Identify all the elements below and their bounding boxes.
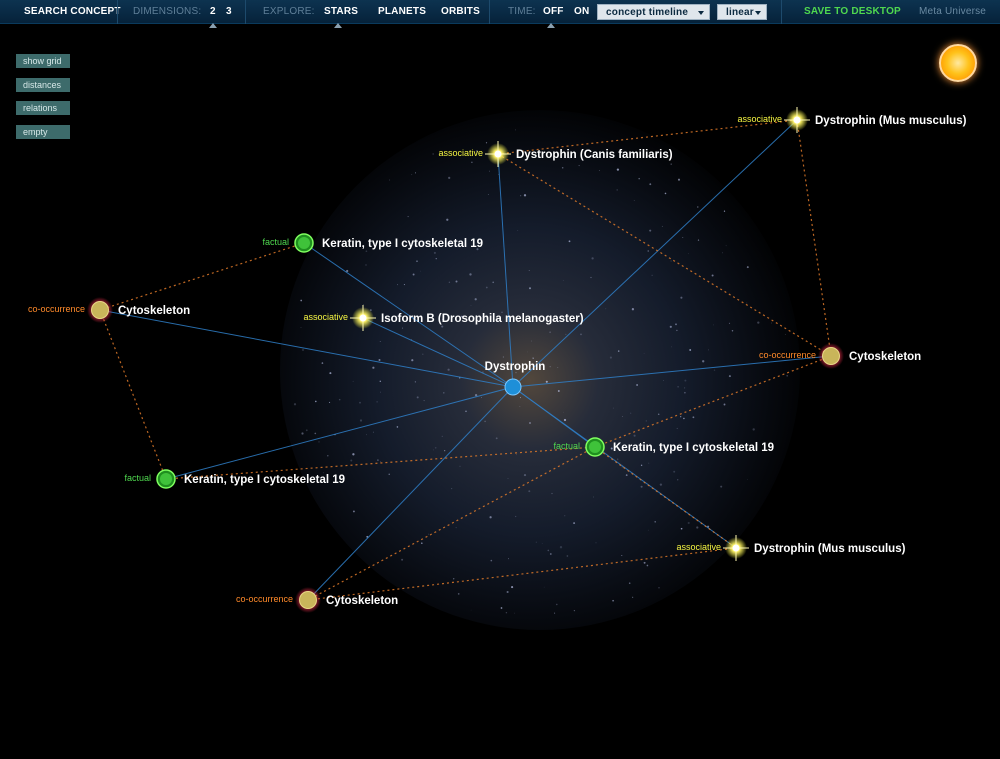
relation-link	[307, 386, 514, 601]
relation-link	[362, 317, 514, 388]
center-node-icon	[504, 378, 522, 396]
relation-type-label: associative	[676, 542, 721, 552]
concept-node[interactable]: Dystrophin (Mus musculus) associative	[676, 535, 906, 561]
concept-label: Keratin, type I cytoskeletal 19	[322, 238, 483, 250]
relation-type-label: co-occurrence	[236, 594, 293, 604]
cooccurrence-link	[99, 309, 167, 480]
relation-type-label: co-occurrence	[759, 350, 816, 360]
relation-type-label: co-occurrence	[28, 304, 85, 314]
concept-node[interactable]: Keratin, type I cytoskeletal 19 factual	[124, 469, 345, 489]
cooccurrence-link	[99, 242, 305, 311]
concept-node[interactable]: Cytoskeleton co-occurrence	[28, 297, 190, 323]
cooccurrence-link	[497, 153, 832, 357]
star-core	[793, 116, 801, 124]
concept-label: Dystrophin (Canis familiaris)	[516, 149, 673, 161]
relation-type-label: associative	[438, 148, 483, 158]
relation-link	[512, 355, 832, 388]
concept-node[interactable]: Dystrophin (Canis familiaris) associative	[438, 141, 673, 167]
concept-label: Keratin, type I cytoskeletal 19	[184, 474, 345, 486]
concept-label: Dystrophin (Mus musculus)	[754, 543, 906, 555]
factual-node-core	[298, 237, 310, 249]
concept-node[interactable]: Cytoskeleton co-occurrence	[236, 587, 398, 613]
relation-link	[165, 386, 514, 480]
cooccurrence-link	[796, 119, 832, 357]
concept-label: Keratin, type I cytoskeletal 19	[613, 442, 774, 454]
planet-icon	[91, 301, 109, 319]
planet-icon	[299, 591, 317, 609]
concept-label: Cytoskeleton	[326, 595, 398, 607]
cooccurrence-link	[594, 355, 832, 448]
concept-node[interactable]: Keratin, type I cytoskeletal 19 factual	[262, 233, 483, 253]
concept-label: Cytoskeleton	[849, 351, 921, 363]
cooccurrence-link	[307, 547, 737, 601]
relation-link	[497, 153, 514, 388]
star-core	[359, 314, 367, 322]
concept-node[interactable]: Cytoskeleton co-occurrence	[759, 343, 921, 369]
concept-graph: Dystrophin (Mus musculus)associativeDyst…	[28, 107, 967, 613]
factual-node-core	[589, 441, 601, 453]
factual-node-core	[160, 473, 172, 485]
cooccurrence-link	[307, 446, 596, 601]
star-core	[494, 150, 502, 158]
planet-icon	[822, 347, 840, 365]
relation-type-label: associative	[737, 114, 782, 124]
star-core	[732, 544, 740, 552]
relation-type-label: associative	[303, 312, 348, 322]
concept-node[interactable]: Isoform B (Drosophila melanogaster) assoc…	[303, 305, 584, 331]
concept-label: Dystrophin (Mus musculus)	[815, 115, 967, 127]
relation-type-label: factual	[553, 441, 580, 451]
concept-node[interactable]: Dystrophin (Mus musculus) associative	[737, 107, 967, 133]
relation-type-label: factual	[124, 473, 151, 483]
relation-type-label: factual	[262, 237, 289, 247]
concept-label: Isoform B (Drosophila melanogaster)	[381, 313, 584, 325]
concept-label: Cytoskeleton	[118, 305, 190, 317]
center-concept-label: Dystrophin	[485, 361, 546, 373]
